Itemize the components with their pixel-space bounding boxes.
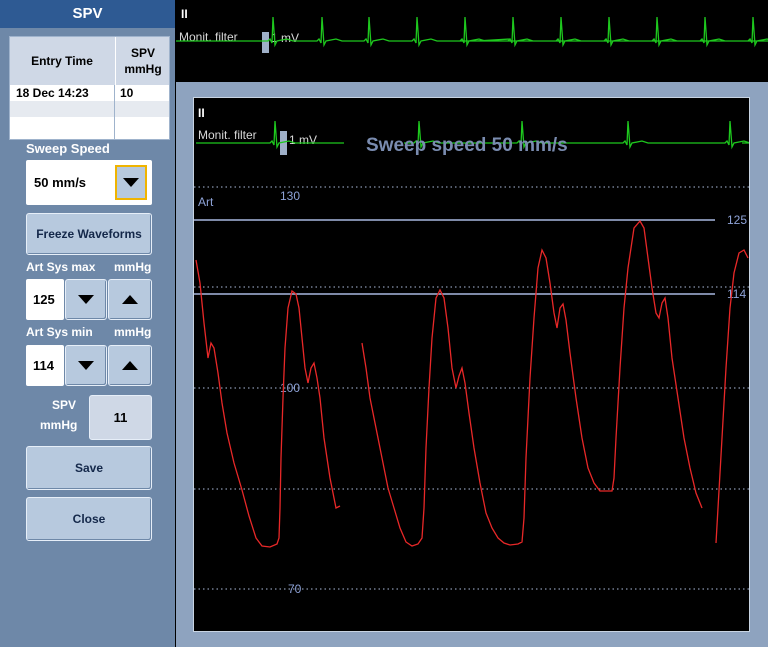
arrow-down-icon (78, 361, 94, 370)
art-sys-min-line-label: 114 (727, 287, 746, 301)
art-sys-min-increase-button[interactable] (108, 345, 152, 386)
top-ecg-strip: II Monit. filter 1 mV (176, 0, 768, 80)
arterial-waveform-segment (361, 219, 703, 547)
freeze-waveforms-button[interactable]: Freeze Waveforms (26, 213, 152, 255)
sweep-speed-label: Sweep Speed (26, 141, 110, 156)
art-sys-min-decrease-button[interactable] (65, 345, 107, 386)
column-header-spv: SPV mmHg (115, 37, 170, 85)
arrow-down-icon (78, 295, 94, 304)
spv-label: SPV (52, 398, 77, 412)
table-row[interactable]: 18 Dec 14:23 10 (10, 85, 169, 101)
art-sys-max-increase-button[interactable] (108, 279, 152, 320)
waveform-view: II Monit. filter 1 mV Sweep speed 50 mm/… (193, 97, 751, 632)
spv-value-display: 11 (89, 395, 152, 440)
waveform-svg: II Monit. filter 1 mV Sweep speed 50 mm/… (194, 106, 751, 596)
chevron-down-icon (123, 178, 139, 187)
sweep-speed-value: 50 mm/s (34, 175, 87, 190)
art-label: Art (198, 195, 214, 209)
close-button[interactable]: Close (26, 497, 152, 541)
sweep-speed-overlay: Sweep speed 50 mm/s (366, 135, 568, 156)
column-divider (114, 85, 115, 139)
column-header-entry-time: Entry Time (31, 54, 93, 68)
top-filter-label: Monit. filter (179, 30, 238, 44)
art-sys-max-label: Art Sys max (26, 260, 96, 274)
arterial-waveform-segment (195, 259, 341, 548)
panel-title: SPV (0, 0, 175, 28)
art-sys-min-label: Art Sys min (26, 325, 93, 339)
arrow-up-icon (122, 295, 138, 304)
spv-unit: mmHg (40, 418, 78, 432)
dropdown-button[interactable] (115, 165, 147, 200)
top-ecg-svg: II Monit. filter 1 mV (176, 7, 768, 53)
spv-table: Entry Time SPV mmHg 18 Dec 14:23 10 (9, 36, 170, 140)
scale-label-70: 70 (288, 582, 302, 596)
art-sys-max-decrease-button[interactable] (65, 279, 107, 320)
sweep-speed-select[interactable]: 50 mm/s (26, 160, 152, 205)
art-sys-min-unit: mmHg (114, 325, 152, 339)
save-button[interactable]: Save (26, 446, 152, 490)
art-sys-max-unit: mmHg (114, 260, 152, 274)
main-lead-label: II (198, 106, 205, 120)
spv-cell: 10 (120, 86, 134, 100)
main-scale-label: 1 mV (289, 133, 317, 147)
main-filter-label: Monit. filter (198, 128, 257, 142)
table-row-empty (10, 101, 169, 117)
table-header: Entry Time SPV mmHg (10, 37, 169, 86)
arrow-up-icon (122, 361, 138, 370)
art-sys-min-field[interactable]: 114 (26, 345, 64, 386)
scale-label-130: 130 (280, 189, 300, 203)
entry-time-cell: 18 Dec 14:23 (16, 86, 89, 100)
art-sys-max-field[interactable]: 125 (26, 279, 64, 320)
art-sys-max-line-label: 125 (727, 213, 747, 227)
top-calibration-bar (262, 32, 269, 53)
top-ecg-waveform (176, 16, 768, 48)
spv-panel: SPV Entry Time SPV mmHg 18 Dec 14:23 10 … (0, 0, 175, 647)
top-lead-label: II (181, 7, 188, 21)
